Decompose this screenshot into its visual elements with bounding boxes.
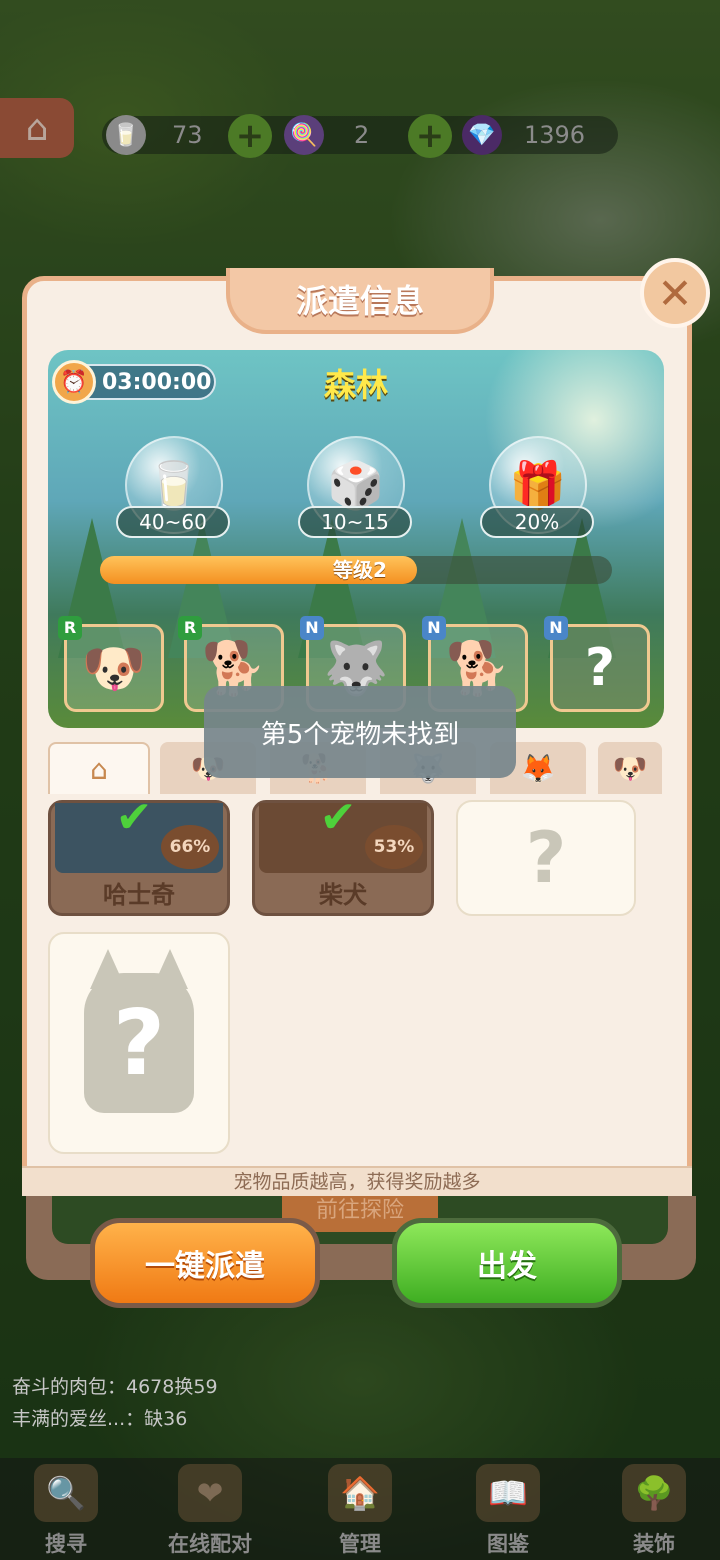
nav-label: 图鉴 (487, 1532, 529, 1556)
pet-card-husky[interactable]: ✔ 66% 哈士奇 (48, 792, 230, 916)
reward-hint: 宠物品质越高，获得奖励越多 (22, 1166, 692, 1196)
tab-more[interactable]: 🐶 (598, 742, 662, 794)
pet-house-icon: 🏠 (328, 1464, 392, 1522)
home-icon: ⌂ (90, 752, 108, 786)
pet-percent: 66% (161, 825, 219, 869)
exchange-ticker-line: 丰满的爱丝...：缺36 (12, 1408, 188, 1430)
home-button[interactable]: ⌂ (0, 98, 74, 158)
bulldog-icon: 🐶 (81, 638, 147, 699)
auto-dispatch-button[interactable]: 一键派遣 (90, 1218, 320, 1308)
rank-badge: R (178, 616, 202, 640)
reward-dice-range: 10~15 (298, 506, 412, 538)
reward-milk-range: 40~60 (116, 506, 230, 538)
heart-icon: ❤ (178, 1464, 242, 1522)
gem-resource: 💎 1396 (462, 112, 585, 158)
nav-online-match[interactable]: ❤ 在线配对 (150, 1462, 270, 1558)
add-candy-button[interactable]: + (408, 114, 452, 158)
question-mark-icon: ? (112, 990, 166, 1096)
nav-label: 管理 (339, 1532, 381, 1556)
dog-face-icon: 🐶 (612, 751, 648, 785)
magnifier-icon: 🔍 (34, 1464, 98, 1522)
milk-resource: 🥛 73 (106, 112, 203, 158)
level-label: 等级2 (333, 558, 387, 582)
candy-resource: 🍭 2 (284, 112, 369, 158)
add-milk-button[interactable]: + (228, 114, 272, 158)
location-title: 森林 (323, 366, 388, 404)
clock-icon: ⏰ (52, 360, 96, 404)
gem-icon: 💎 (462, 115, 502, 155)
reward-chest: 🎁 20% (478, 436, 598, 538)
dog-face-icon: 🦊 (520, 751, 556, 785)
nav-search[interactable]: 🔍 搜寻 (6, 1462, 126, 1558)
dialog-title: 派遣信息 (226, 268, 494, 334)
decoration-icon: 🌳 (622, 1464, 686, 1522)
gem-count: 1396 (524, 121, 586, 149)
pet-percent: 53% (365, 825, 423, 869)
pet-name: 柴犬 (319, 881, 367, 909)
home-icon: ⌂ (25, 107, 49, 149)
tab-all[interactable]: ⌂ (48, 742, 150, 794)
nav-label: 在线配对 (168, 1532, 252, 1556)
reward-chest-chance: 20% (480, 506, 594, 538)
candy-icon: 🍭 (284, 115, 324, 155)
pet-card-shiba[interactable]: ✔ 53% 柴犬 (252, 792, 434, 916)
rank-badge: N (422, 616, 446, 640)
nav-collection[interactable]: 📖 图鉴 (448, 1462, 568, 1558)
candy-count: 2 (354, 121, 370, 149)
exchange-ticker-line: 奋斗的肉包：4678换59 (12, 1376, 218, 1398)
nav-manage[interactable]: 🏠 管理 (300, 1462, 420, 1558)
rank-badge: R (58, 616, 82, 640)
close-icon: ✕ (657, 268, 693, 318)
rank-badge: N (300, 616, 324, 640)
check-icon: ✔ (319, 792, 357, 843)
nav-label: 搜寻 (45, 1532, 87, 1556)
unknown-pet-card[interactable]: ? (48, 932, 230, 1154)
milk-icon: 🥛 (106, 115, 146, 155)
nav-label: 装饰 (633, 1532, 675, 1556)
close-button[interactable]: ✕ (640, 258, 710, 328)
pet-silhouette-icon: ? (84, 949, 194, 1113)
depart-button[interactable]: 出发 (392, 1218, 622, 1308)
book-icon: 📖 (476, 1464, 540, 1522)
unknown-pet-mark: ? (584, 638, 616, 698)
check-icon: ✔ (115, 792, 153, 843)
toast-message: 第5个宠物未找到 (204, 686, 516, 778)
unknown-pet-card[interactable]: ? (456, 800, 636, 916)
reward-dice: 🎲 10~15 (296, 436, 416, 538)
milk-count: 73 (172, 121, 203, 149)
reward-milk: 🥛 40~60 (114, 436, 234, 538)
pet-name: 哈士奇 (103, 881, 175, 909)
rank-badge: N (544, 616, 568, 640)
nav-decorate[interactable]: 🌳 装饰 (594, 1462, 714, 1558)
question-mark-icon: ? (525, 817, 567, 899)
